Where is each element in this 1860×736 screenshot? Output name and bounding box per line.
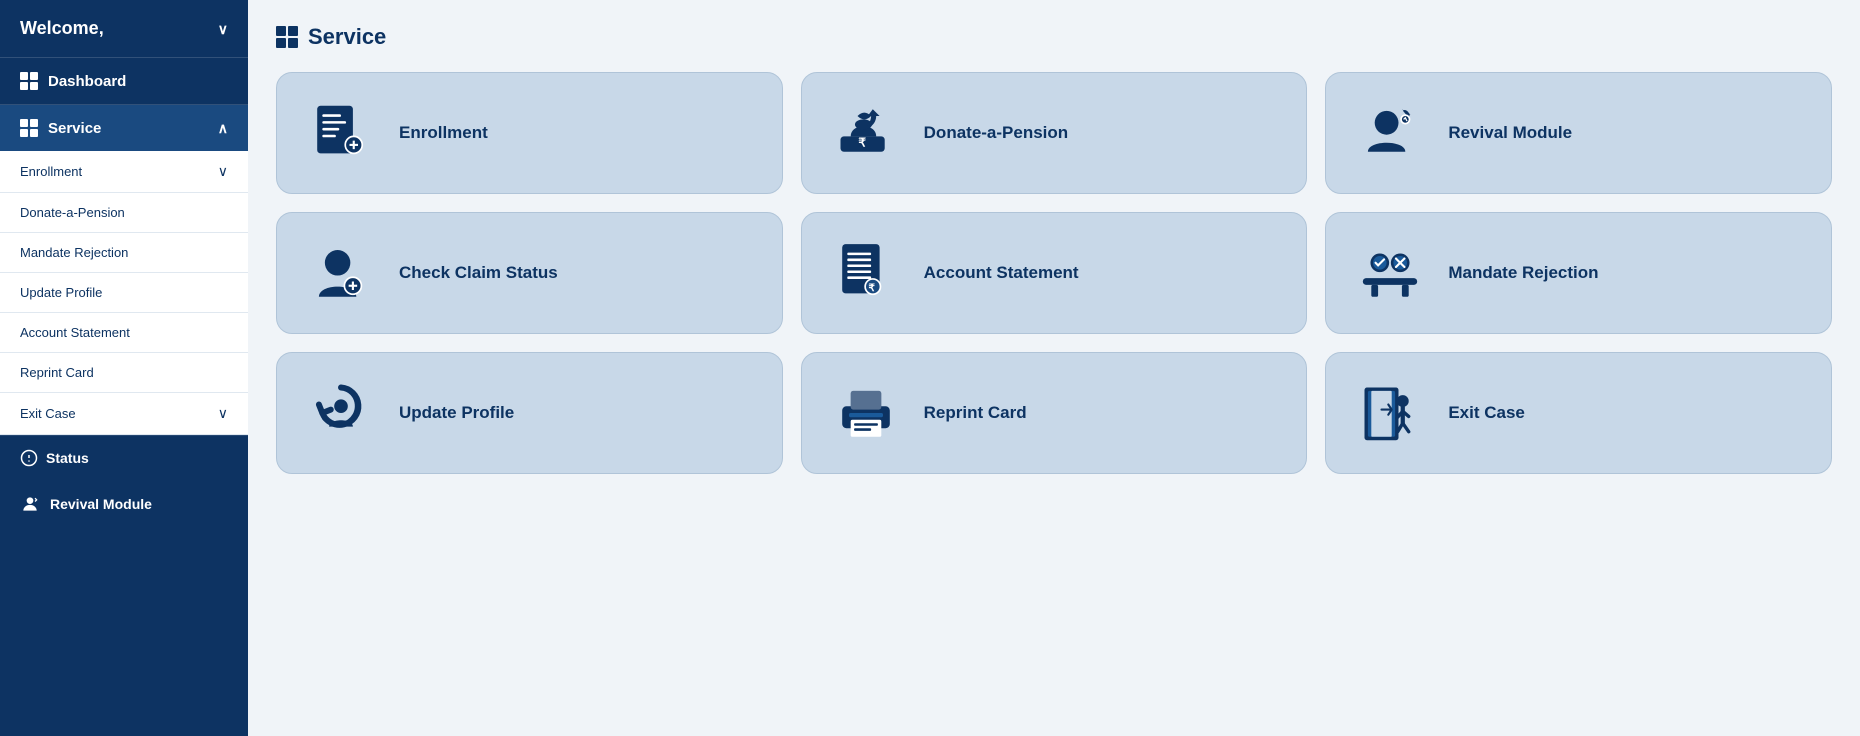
enrollment-card-icon — [305, 97, 377, 169]
statement-card-icon: ₹ — [830, 237, 902, 309]
revival-icon — [20, 494, 40, 514]
reprint-card-label: Reprint Card — [20, 365, 94, 380]
welcome-chevron-icon — [218, 18, 228, 39]
card-check-claim-status[interactable]: Check Claim Status — [276, 212, 783, 334]
service-chevron-icon — [218, 120, 228, 137]
dashboard-label: Dashboard — [48, 73, 126, 90]
sidebar-subitem-mandate[interactable]: Mandate Rejection — [0, 233, 248, 273]
card-exit-case[interactable]: Exit Case — [1325, 352, 1832, 474]
profile-card-icon — [305, 377, 377, 449]
mandate-card-icon — [1354, 237, 1426, 309]
sidebar-subitem-reprint-card[interactable]: Reprint Card — [0, 353, 248, 393]
service-grid-icon — [20, 119, 38, 137]
svg-text:₹: ₹ — [858, 136, 866, 150]
enrollment-card-label: Enrollment — [399, 123, 488, 143]
status-icon — [20, 449, 38, 467]
sidebar-welcome[interactable]: Welcome, — [0, 0, 248, 58]
claim-card-icon — [305, 237, 377, 309]
revival-card-label: Revival Module — [1448, 123, 1572, 143]
sidebar-subitem-enrollment[interactable]: Enrollment — [0, 151, 248, 193]
card-revival-module[interactable]: Revival Module — [1325, 72, 1832, 194]
revival-card-icon — [1354, 97, 1426, 169]
reprint-card-label: Reprint Card — [924, 403, 1027, 423]
mandate-label: Mandate Rejection — [20, 245, 128, 260]
update-profile-label: Update Profile — [20, 285, 102, 300]
sidebar-item-status[interactable]: Status — [0, 435, 248, 480]
donate-card-icon: ₹ — [830, 97, 902, 169]
enrollment-label: Enrollment — [20, 164, 82, 179]
exit-case-label: Exit Case — [20, 406, 76, 421]
page-title-label: Service — [308, 24, 386, 50]
sidebar-subitem-account-statement[interactable]: Account Statement — [0, 313, 248, 353]
enrollment-chevron-icon — [218, 163, 228, 180]
card-donate-a-pension[interactable]: ₹ Donate-a-Pension — [801, 72, 1308, 194]
sidebar-subitem-exit-case[interactable]: Exit Case — [0, 393, 248, 435]
exit-case-chevron-icon — [218, 405, 228, 422]
page-title-icon — [276, 26, 298, 48]
sidebar-item-revival[interactable]: Revival Module — [0, 480, 248, 528]
card-mandate-rejection[interactable]: Mandate Rejection — [1325, 212, 1832, 334]
revival-label: Revival Module — [50, 496, 152, 512]
card-reprint-card[interactable]: Reprint Card — [801, 352, 1308, 474]
sidebar-item-dashboard[interactable]: Dashboard — [0, 58, 248, 105]
sidebar-subitem-update-profile[interactable]: Update Profile — [0, 273, 248, 313]
sidebar-item-service[interactable]: Service — [0, 105, 248, 151]
donate-card-label: Donate-a-Pension — [924, 123, 1069, 143]
sidebar-subitem-donate[interactable]: Donate-a-Pension — [0, 193, 248, 233]
dashboard-icon — [20, 72, 38, 90]
reprint-card-icon — [830, 377, 902, 449]
card-update-profile[interactable]: Update Profile — [276, 352, 783, 474]
main-content: Service Enrollment — [248, 0, 1860, 736]
exit-card-label: Exit Case — [1448, 403, 1525, 423]
profile-card-label: Update Profile — [399, 403, 514, 423]
sidebar-subitems: Enrollment Donate-a-Pension Mandate Reje… — [0, 151, 248, 435]
donate-label: Donate-a-Pension — [20, 205, 125, 220]
svg-text:₹: ₹ — [868, 283, 875, 294]
service-header-label: Service — [48, 120, 101, 137]
account-statement-label: Account Statement — [20, 325, 130, 340]
welcome-label: Welcome, — [20, 18, 104, 39]
statement-card-label: Account Statement — [924, 263, 1079, 283]
card-enrollment[interactable]: Enrollment — [276, 72, 783, 194]
mandate-card-label: Mandate Rejection — [1448, 263, 1598, 283]
sidebar: Welcome, Dashboard Service Enrollment Do… — [0, 0, 248, 736]
page-title: Service — [276, 24, 1832, 50]
claim-card-label: Check Claim Status — [399, 263, 558, 283]
status-label: Status — [46, 450, 89, 466]
card-account-statement[interactable]: ₹ Account Statement — [801, 212, 1308, 334]
exit-card-icon — [1354, 377, 1426, 449]
service-grid: Enrollment ₹ Donate-a-Pension — [276, 72, 1832, 474]
